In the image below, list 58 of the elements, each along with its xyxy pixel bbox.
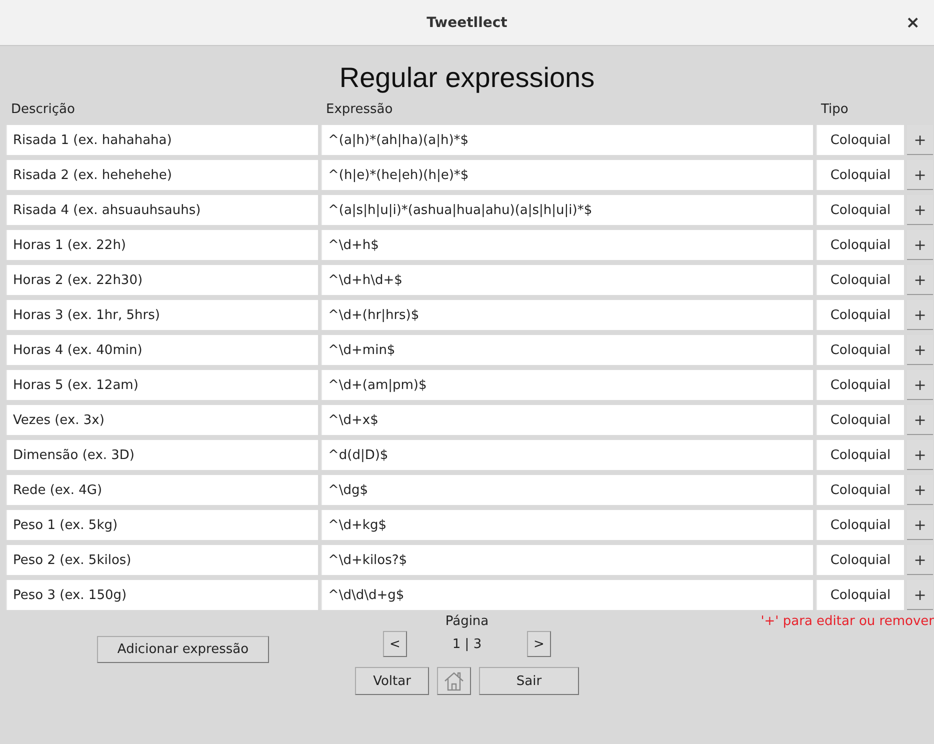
expression-cell: ^(a|h)*(ah|ha)(a|h)*$ [321, 125, 813, 155]
expression-cell: ^\d+kilos?$ [321, 545, 813, 575]
column-header: Descrição [10, 101, 76, 119]
description-cell: Peso 3 (ex. 150g) [6, 580, 318, 610]
next-page-button[interactable]: > [527, 631, 551, 657]
type-cell: Coloquial [816, 370, 904, 400]
page-indicator: 1 | 3 [451, 636, 483, 652]
type-cell: Coloquial [816, 440, 904, 470]
type-cell: Coloquial [816, 230, 904, 260]
window-title: Tweetllect [426, 14, 508, 30]
column-header: Expressão [325, 101, 394, 119]
expression-cell: ^d(d|D)$ [321, 440, 813, 470]
home-button[interactable] [437, 667, 471, 695]
description-cell: Rede (ex. 4G) [6, 475, 318, 505]
expression-cell: ^\dg$ [321, 475, 813, 505]
expression-cell: ^\d+(hr|hrs)$ [321, 300, 813, 330]
type-cell: Coloquial [816, 265, 904, 295]
expression-cell: ^\d+(am|pm)$ [321, 370, 813, 400]
expression-cell: ^\d+h$ [321, 230, 813, 260]
description-cell: Horas 2 (ex. 22h30) [6, 265, 318, 295]
description-cell: Dimensão (ex. 3D) [6, 440, 318, 470]
type-cell: Coloquial [816, 545, 904, 575]
description-cell: Risada 2 (ex. hehehehe) [6, 160, 318, 190]
type-cell: Coloquial [816, 125, 904, 155]
expression-cell: ^\d+min$ [321, 335, 813, 365]
expression-cell: ^\d\d\d+g$ [321, 580, 813, 610]
description-cell: Vezes (ex. 3x) [6, 405, 318, 435]
type-cell: Coloquial [816, 300, 904, 330]
type-cell: Coloquial [816, 160, 904, 190]
description-cell: Horas 1 (ex. 22h) [6, 230, 318, 260]
description-cell: Horas 4 (ex. 40min) [6, 335, 318, 365]
type-cell: Coloquial [816, 510, 904, 540]
column-header: Tipo [820, 101, 850, 119]
type-cell: Coloquial [816, 580, 904, 610]
expression-cell: ^\d+kg$ [321, 510, 813, 540]
close-button[interactable]: × [902, 13, 924, 33]
previous-page-button[interactable]: < [383, 631, 407, 657]
hint-text: '+' para editar ou remover [760, 614, 934, 629]
expression-cell: ^(a|s|h|u|i)*(ashua|hua|ahu)(a|s|h|u|i)*$ [321, 195, 813, 225]
description-cell: Horas 3 (ex. 1hr, 5hrs) [6, 300, 318, 330]
expression-cell: ^(h|e)*(he|eh)(h|e)*$ [321, 160, 813, 190]
description-cell: Peso 1 (ex. 5kg) [6, 510, 318, 540]
description-cell: Peso 2 (ex. 5kilos) [6, 545, 318, 575]
expression-cell: ^\d+x$ [321, 405, 813, 435]
description-cell: Risada 4 (ex. ahsuauhsauhs) [6, 195, 318, 225]
description-cell: Horas 5 (ex. 12am) [6, 370, 318, 400]
exit-button[interactable]: Sair [479, 667, 579, 695]
type-cell: Coloquial [816, 405, 904, 435]
add-expression-button[interactable]: Adicionar expressão [97, 636, 269, 663]
page-heading: Regular expressions [338, 62, 596, 94]
type-cell: Coloquial [816, 335, 904, 365]
expression-cell: ^\d+h\d+$ [321, 265, 813, 295]
description-cell: Risada 1 (ex. hahahaha) [6, 125, 318, 155]
type-cell: Coloquial [816, 195, 904, 225]
back-button[interactable]: Voltar [355, 667, 429, 695]
type-cell: Coloquial [816, 475, 904, 505]
page-label: Página [445, 614, 489, 629]
house-icon [443, 671, 465, 691]
